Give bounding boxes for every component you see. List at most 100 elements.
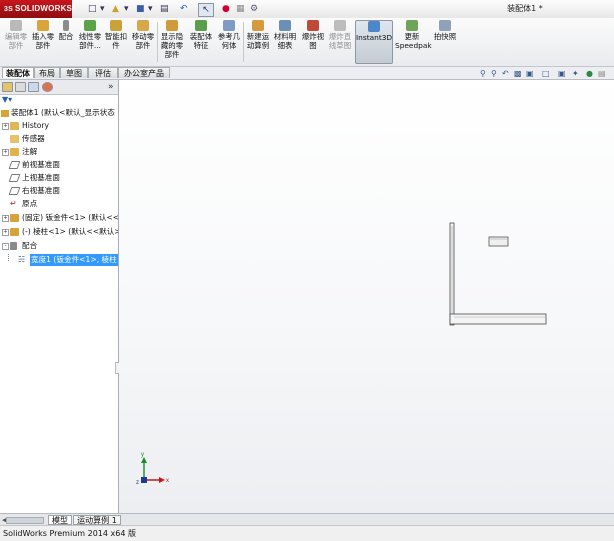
dynamic-annotation-icon[interactable]: ▣ — [526, 69, 534, 79]
new-document-icon[interactable]: □ — [88, 3, 97, 15]
plane-icon — [8, 187, 21, 195]
scene-icon[interactable]: ▤ — [598, 69, 606, 79]
insert-component-icon — [37, 20, 49, 31]
tree-item-mates[interactable]: - 配合 — [0, 240, 118, 252]
display-style-icon[interactable]: ▣ — [558, 69, 566, 79]
linear-pattern-icon — [84, 20, 96, 31]
tree-item-front-plane[interactable]: 前视基准面 — [0, 159, 118, 171]
tree-item-width-mate[interactable]: ☵ 宽度1 (钣金件<1>, 棱柱 — [0, 254, 118, 266]
bill-of-materials-button[interactable]: 材料明 细表 — [273, 20, 297, 64]
appearance-icon[interactable]: ● — [586, 69, 593, 79]
status-bar: SolidWorks Premium 2014 x64 版 — [0, 525, 614, 541]
section-view-icon[interactable]: ▩ — [514, 69, 522, 79]
expand-toggle[interactable]: + — [2, 215, 9, 222]
feature-manager-panel: » ▼▾ 装配体1 (默认<默认_显示状态 + History 传感器 + 注解… — [0, 80, 123, 513]
graphics-area[interactable]: y x z — [119, 80, 614, 513]
edit-component-button[interactable]: 编辑零 部件 — [2, 20, 30, 64]
previous-view-icon[interactable]: ↶ — [502, 69, 509, 79]
dropdown-arrow-icon[interactable]: ▾ — [148, 3, 153, 15]
traffic-light-icon[interactable]: ● — [222, 3, 230, 15]
document-title: 装配体1 * — [507, 4, 543, 13]
triad-y-label: y — [141, 452, 144, 458]
tree-item-sheetmetal-part[interactable]: + (固定) 钣金件<1> (默认<< — [0, 212, 118, 224]
tab-assembly[interactable]: 装配体 — [2, 67, 34, 78]
snapshot-icon — [439, 20, 451, 31]
assembly-root-node[interactable]: 装配体1 (默认<默认_显示状态 — [1, 107, 118, 118]
open-folder-icon[interactable]: ▲ — [112, 3, 119, 15]
tab-sketch[interactable]: 草图 — [60, 67, 88, 78]
tree-item-annotations[interactable]: + 注解 — [0, 146, 118, 158]
linear-pattern-button[interactable]: 线性零 部件... — [77, 20, 103, 64]
reference-triad: y x z — [136, 452, 169, 486]
update-speedpak-button[interactable]: 更新 Speedpak — [395, 20, 432, 64]
exploded-view-button[interactable]: 爆炸视 图 — [300, 20, 326, 64]
dropdown-arrow-icon[interactable]: ▾ — [100, 3, 105, 15]
print-icon[interactable]: ▤ — [160, 3, 169, 15]
view-orientation-icon[interactable]: □ — [542, 69, 550, 79]
ds-logo-icon: 3S — [4, 6, 13, 13]
part-icon — [10, 228, 19, 236]
display-manager-tab-icon[interactable] — [42, 82, 53, 92]
take-snapshot-button[interactable]: 拍快照 — [431, 20, 459, 64]
feature-manager-tab-icon[interactable] — [2, 82, 13, 92]
sheetmetal-base[interactable] — [449, 313, 547, 325]
prism-block[interactable] — [488, 236, 509, 247]
assembly-feature-icon — [195, 20, 207, 31]
mate-button[interactable]: 配合 — [57, 20, 75, 64]
tree-item-right-plane[interactable]: 右视基准面 — [0, 185, 118, 197]
save-icon[interactable]: ■ — [136, 3, 145, 15]
tab-model[interactable]: 模型 — [48, 515, 72, 525]
expand-panel-icon[interactable]: » — [108, 81, 114, 93]
move-component-button[interactable]: 移动零 部件 — [130, 20, 156, 64]
tree-item-origin[interactable]: ↵ 原点 — [0, 198, 118, 210]
edit-component-icon — [10, 20, 22, 31]
show-hidden-components-button[interactable]: 显示隐 藏的零 部件 — [159, 20, 185, 64]
status-text: SolidWorks Premium 2014 x64 版 — [3, 529, 136, 538]
solidworks-logo[interactable]: 3S SOLIDWORKS — [0, 0, 72, 18]
zoom-to-area-icon[interactable]: ⚲ — [491, 69, 497, 79]
triad-x-arrow — [159, 477, 165, 483]
file-properties-icon[interactable]: ▦ — [236, 3, 245, 15]
tree-item-history[interactable]: + History — [0, 120, 118, 132]
separator — [243, 22, 244, 62]
reference-geometry-button[interactable]: 参考几 何体 — [216, 20, 242, 64]
command-manager-tabs: 装配体 布局 草图 评估 办公室产品 — [0, 67, 614, 80]
explode-line-sketch-button[interactable]: 爆炸直 线草图 — [327, 20, 353, 64]
zoom-to-fit-icon[interactable]: ⚲ — [480, 69, 486, 79]
assembly-features-button[interactable]: 装配体 特征 — [187, 20, 215, 64]
move-component-icon — [137, 20, 149, 31]
insert-component-button[interactable]: 插入零 部件 — [31, 20, 55, 64]
smart-fastener-button[interactable]: 智能扣 件 — [104, 20, 128, 64]
horizontal-scrollbar[interactable] — [6, 517, 44, 524]
tree-item-top-plane[interactable]: 上视基准面 — [0, 172, 118, 184]
tab-office-products[interactable]: 办公室产品 — [118, 67, 170, 78]
configuration-manager-tab-icon[interactable] — [28, 82, 39, 92]
plane-icon — [8, 161, 21, 169]
new-motion-study-button[interactable]: 新建运 动算例 — [245, 20, 271, 64]
expand-toggle[interactable]: + — [2, 229, 9, 236]
property-manager-tab-icon[interactable] — [15, 82, 26, 92]
bom-icon — [279, 20, 291, 31]
collapse-toggle[interactable]: - — [2, 243, 9, 250]
expand-toggle[interactable]: + — [2, 149, 9, 156]
select-pointer-icon[interactable]: ↖ — [198, 3, 214, 17]
mates-folder-icon — [10, 242, 17, 250]
history-icon — [10, 122, 19, 130]
dropdown-arrow-icon[interactable]: ▾ — [124, 3, 129, 15]
tree-item-sensors[interactable]: 传感器 — [0, 133, 118, 145]
filter-icon[interactable]: ▼▾ — [2, 95, 22, 104]
tab-motion-study-1[interactable]: 运动算例 1 — [73, 515, 121, 525]
tab-layout[interactable]: 布局 — [34, 67, 60, 78]
options-gear-icon[interactable]: ⚙ — [250, 3, 258, 15]
tab-evaluate[interactable]: 评估 — [88, 67, 118, 78]
tree-item-prism-part[interactable]: + (-) 棱柱<1> (默认<<默认>_ — [0, 226, 118, 238]
hide-show-items-icon[interactable]: ✦ — [572, 69, 579, 79]
speedpak-icon — [406, 20, 418, 31]
undo-icon[interactable]: ↶ — [180, 3, 188, 15]
command-manager: 编辑零 部件 插入零 部件 配合 线性零 部件... 智能扣 件 移动零 部件 … — [0, 18, 614, 67]
sensor-icon — [10, 135, 19, 143]
expand-toggle[interactable]: + — [2, 123, 9, 130]
instant3d-button[interactable]: Instant3D — [355, 20, 393, 64]
title-bar: 3S SOLIDWORKS □ ▾ ▲ ▾ ■ ▾ ▤ ↶ ↖ ● ▦ ⚙ 装配体… — [0, 0, 614, 19]
exploded-view-icon — [307, 20, 319, 31]
